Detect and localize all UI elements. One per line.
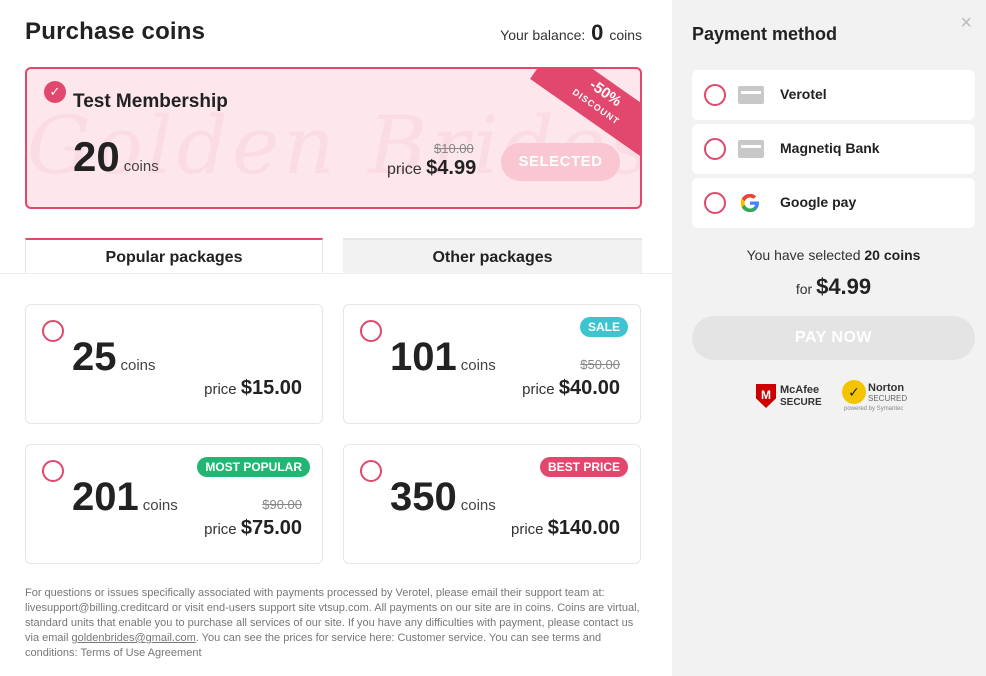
price-label: price (387, 161, 422, 178)
payment-option-magnetiq[interactable]: Magnetiq Bank (692, 124, 975, 174)
package-old-price: $50.00 (580, 357, 620, 372)
radio-button[interactable] (360, 320, 382, 342)
package-card[interactable]: MOST POPULAR 201 coins $90.00 price $75.0… (25, 444, 323, 564)
package-card[interactable]: BEST PRICE 350 coins price $140.00 (343, 444, 641, 564)
price-value: $4.99 (426, 157, 477, 179)
package-coin-count: 25 (72, 335, 117, 379)
google-icon (738, 191, 764, 215)
price-value: $40.00 (558, 377, 620, 399)
balance-value: 0 (591, 20, 604, 45)
payment-option-label: Magnetiq Bank (780, 140, 880, 156)
tab-other-packages[interactable]: Other packages (343, 238, 642, 274)
price-value: $75.00 (240, 517, 302, 539)
support-email-link[interactable]: goldenbrides@gmail.com (71, 632, 195, 644)
membership-price: price $4.99 (387, 157, 476, 180)
price-value: $15.00 (240, 377, 302, 399)
price-label: price (522, 381, 555, 398)
purchase-panel: Purchase coins Your balance: 0 coins Gol… (0, 0, 672, 676)
for-label: for (795, 281, 813, 297)
radio-button[interactable] (704, 84, 726, 106)
pay-now-button[interactable]: PAY NOW (692, 316, 975, 360)
security-badges: M McAfee SECURE ✓ Norton SECURED powered… (756, 380, 916, 420)
payment-panel: × Payment method Verotel Magnetiq Bank G… (672, 0, 986, 676)
package-price: price $15.00 (204, 377, 302, 400)
package-card[interactable]: SALE 101 coins $50.00 price $40.00 (343, 304, 641, 424)
package-coins: 25 coins (72, 335, 156, 380)
page-title: Purchase coins (25, 18, 206, 45)
radio-button[interactable] (42, 460, 64, 482)
package-price: price $140.00 (511, 517, 620, 540)
footer-note: For questions or issues specifically ass… (25, 586, 645, 661)
price-label: price (204, 521, 237, 538)
selected-coins: 20 coins (864, 247, 921, 263)
radio-button[interactable] (42, 320, 64, 342)
membership-card[interactable]: Golden Brides ✓ Test Membership 20 coins … (25, 67, 642, 209)
payment-option-verotel[interactable]: Verotel (692, 70, 975, 120)
total-price: $4.99 (816, 274, 872, 299)
mcafee-secure-logo: M McAfee SECURE (756, 382, 826, 410)
price-label: price (204, 381, 237, 398)
package-card[interactable]: 25 coins price $15.00 (25, 304, 323, 424)
package-coins: 201 coins (72, 475, 178, 520)
package-coins: 350 coins (390, 475, 496, 520)
package-old-price: $90.00 (262, 497, 302, 512)
price-value: $140.00 (547, 517, 620, 539)
balance-label: Your balance: (500, 27, 586, 43)
membership-coins: 20 coins (73, 133, 159, 181)
selection-summary: You have selected 20 coins (692, 247, 975, 263)
tab-divider (0, 273, 672, 274)
package-price: price $75.00 (204, 517, 302, 540)
radio-button[interactable] (704, 192, 726, 214)
coins-label: coins (460, 497, 496, 514)
balance-unit: coins (609, 27, 642, 43)
norton-secured-logo: ✓ Norton SECURED powered by Symantec (842, 380, 908, 412)
package-coin-count: 101 (390, 335, 457, 379)
coins-label: coins (460, 357, 496, 374)
selection-total: for $4.99 (692, 274, 975, 300)
package-coins: 101 coins (390, 335, 496, 380)
payment-option-label: Verotel (780, 86, 827, 102)
package-price: price $40.00 (522, 377, 620, 400)
card-icon (738, 83, 764, 107)
coins-label: coins (120, 357, 156, 374)
selection-prefix: You have selected (746, 247, 861, 263)
close-icon[interactable]: × (960, 12, 972, 35)
payment-option-google-pay[interactable]: Google pay (692, 178, 975, 228)
coins-label: coins (123, 158, 159, 175)
payment-method-title: Payment method (692, 24, 838, 44)
price-label: price (511, 521, 544, 538)
selected-button[interactable]: SELECTED (501, 143, 620, 181)
coins-label: coins (142, 497, 178, 514)
best-price-badge: BEST PRICE (539, 457, 628, 477)
payment-option-label: Google pay (780, 194, 857, 210)
check-icon[interactable]: ✓ (44, 81, 66, 103)
membership-coin-count: 20 (73, 133, 120, 180)
membership-name: Test Membership (73, 91, 228, 112)
card-icon (738, 137, 764, 161)
membership-old-price: $10.00 (434, 141, 474, 156)
package-coin-count: 201 (72, 475, 139, 519)
radio-button[interactable] (360, 460, 382, 482)
balance: Your balance: 0 coins (500, 20, 642, 46)
radio-button[interactable] (704, 138, 726, 160)
package-coin-count: 350 (390, 475, 457, 519)
sale-badge: SALE (579, 317, 628, 337)
tab-popular-packages[interactable]: Popular packages (25, 238, 323, 274)
most-popular-badge: MOST POPULAR (197, 457, 310, 477)
